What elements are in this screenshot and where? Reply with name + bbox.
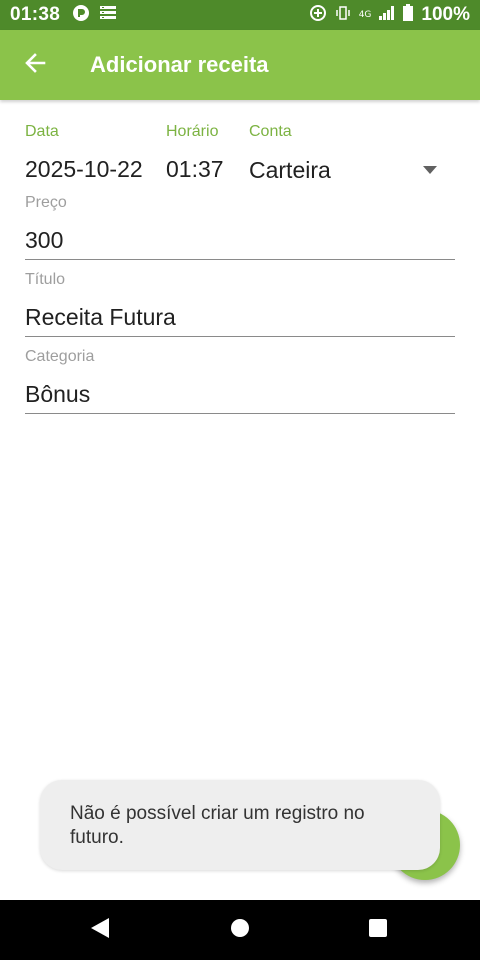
back-triangle-icon: [91, 917, 109, 943]
vibrate-icon: [335, 5, 351, 26]
category-input[interactable]: Bônus: [25, 381, 90, 408]
title-label: Título: [25, 271, 66, 288]
nav-home-button[interactable]: [220, 910, 260, 950]
dropdown-arrow-icon: [423, 161, 437, 179]
snackbar-message: Não é possível criar um registro no futu…: [70, 803, 365, 848]
status-time: 01:38: [10, 4, 61, 25]
navigation-bar: [0, 900, 480, 960]
status-bar: 01:38 4G 100%: [0, 0, 480, 30]
title-input[interactable]: Receita Futura: [25, 304, 176, 331]
recents-square-icon: [369, 918, 387, 942]
account-selected-value: Carteira: [249, 156, 331, 183]
title-underline: [25, 336, 455, 337]
arrow-back-icon: [24, 52, 46, 79]
category-label: Categoria: [25, 348, 95, 365]
account-dropdown[interactable]: Carteira: [249, 150, 455, 190]
data-saver-icon: [309, 4, 327, 27]
date-label: Data: [25, 123, 59, 140]
storage-icon: [100, 5, 117, 25]
back-button[interactable]: [0, 30, 70, 100]
app-bar: Adicionar receita: [0, 30, 480, 100]
snackbar: Não é possível criar um registro no futu…: [40, 780, 440, 870]
vpn-key-icon: [72, 4, 90, 27]
date-field[interactable]: 2025-10-22: [25, 156, 143, 183]
signal-icon: [379, 5, 395, 25]
price-input[interactable]: 300: [25, 227, 63, 254]
battery-percent: 100%: [421, 4, 470, 25]
time-field[interactable]: 01:37: [166, 156, 224, 183]
nav-recents-button[interactable]: [358, 910, 398, 950]
home-circle-icon: [231, 918, 249, 942]
page-title: Adicionar receita: [90, 52, 269, 77]
nav-back-button[interactable]: [80, 910, 120, 950]
battery-icon: [403, 4, 414, 26]
price-underline: [25, 259, 455, 260]
network-type-label: 4G: [358, 10, 372, 20]
category-underline: [25, 413, 455, 414]
account-label: Conta: [249, 123, 292, 140]
price-label: Preço: [25, 194, 67, 211]
time-label: Horário: [166, 123, 219, 140]
